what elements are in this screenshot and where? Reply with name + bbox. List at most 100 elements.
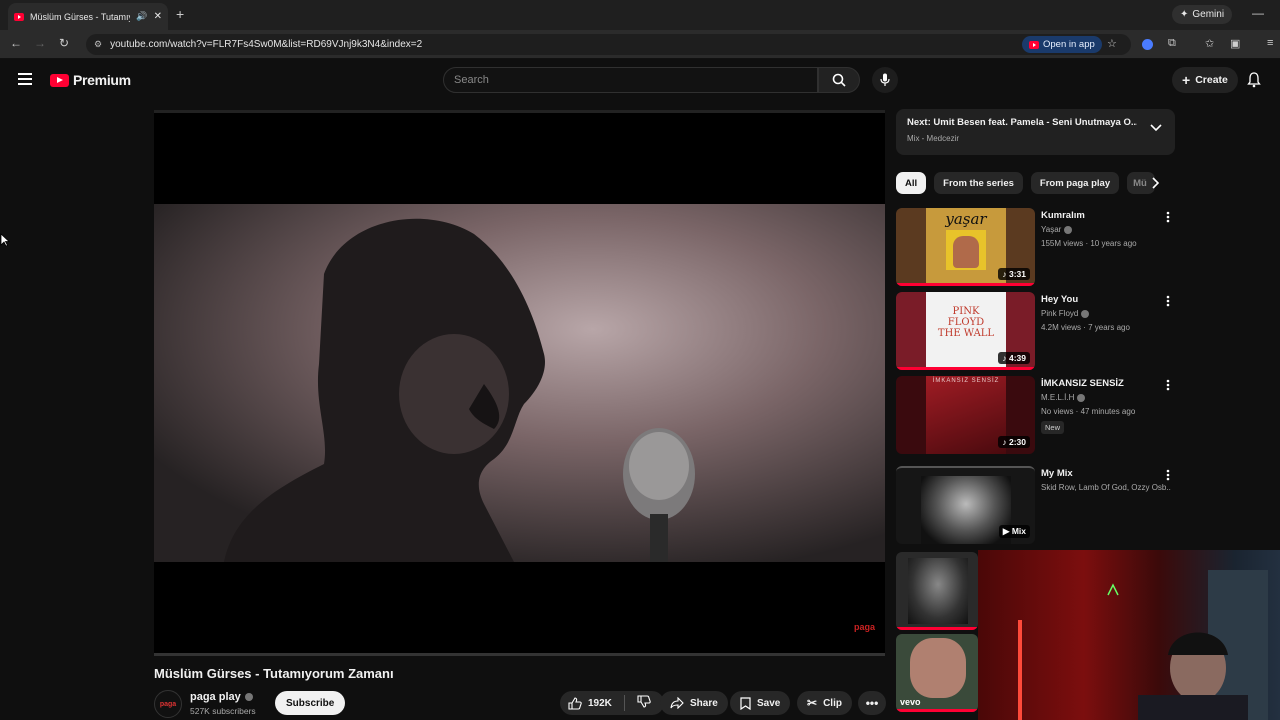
rec-meta: 155M views · 10 years ago [1041,239,1137,248]
rec-title: My Mix [1041,468,1073,479]
back-arrow-icon[interactable]: ← [10,36,22,50]
clip-button[interactable]: ✂ Clip [797,691,852,715]
rec-channel[interactable]: M.E.L.İ.H [1041,393,1086,402]
minimize-button[interactable]: — [1252,6,1264,20]
bell-icon [1247,72,1261,88]
recommendation-item[interactable]: İMKANSIZ SENSİZ ♪ 2:30 İMKANSIZ SENSİZ M… [896,376,1176,456]
verified-icon [1081,309,1090,318]
url-text: youtube.com/watch?v=FLR7Fs4Sw0M&list=RD6… [110,39,423,50]
menu-icon[interactable]: ≡ [1267,37,1273,49]
subscribe-button[interactable]: Subscribe [275,691,346,715]
rec-meta: 4.2M views · 7 years ago [1041,323,1130,332]
save-button[interactable]: Save [730,691,791,715]
share-button[interactable]: Share [660,691,728,715]
hamburger-menu-icon[interactable] [18,73,32,85]
vevo-label: vevo [900,697,921,707]
browser-tab[interactable]: Müslüm Gürses - Tutamıyor 🔊 ✕ [8,3,168,30]
extensions-puzzle-icon[interactable]: ⧉ [1168,37,1176,50]
rec-channels: Skid Row, Lamb Of God, Ozzy Osb... [1041,483,1171,492]
channel-avatar[interactable]: paga [154,690,182,718]
create-button[interactable]: + Create [1172,67,1238,93]
cover-portrait [953,236,979,268]
more-actions-button[interactable]: ••• [858,691,886,715]
forward-arrow-icon[interactable]: → [34,36,46,50]
video-thumbnail[interactable] [896,552,978,630]
verified-icon [244,693,253,701]
reload-icon[interactable]: ↻ [59,36,69,50]
recommendation-item[interactable] [896,552,978,632]
chip-from-series[interactable]: From the series [934,172,1023,194]
thumb-image [908,558,968,624]
rec-meta: No views · 47 minutes ago [1041,407,1136,416]
share-arrow-icon [670,697,684,709]
video-player[interactable]: paga [154,110,885,656]
channel-watermark: paga [853,622,875,632]
rec-title: Kumralım [1041,210,1085,221]
chip-all[interactable]: All [896,172,927,194]
video-thumbnail[interactable]: vevo [896,634,978,712]
more-horizontal-icon: ••• [865,696,879,710]
mix-thumbnail[interactable]: ▶ Mix [896,466,1035,544]
more-vertical-icon[interactable] [1166,468,1170,486]
scissors-icon: ✂ [807,696,818,710]
more-vertical-icon[interactable] [1166,210,1170,228]
recommendation-item[interactable]: PINK FLOYD THE WALL ♪ 4:39 Hey You Pink … [896,292,1176,372]
audio-icon[interactable]: 🔊 [136,11,147,22]
album-cover: İMKANSIZ SENSİZ [926,376,1006,454]
duration-badge: ♪ 4:39 [998,352,1030,364]
video-thumbnail[interactable]: PINK FLOYD THE WALL ♪ 4:39 [896,292,1035,370]
notifications-button[interactable] [1247,72,1261,93]
bookmark-star-icon[interactable]: ☆ [1107,37,1117,50]
dislike-button[interactable] [637,695,651,711]
youtube-logo-icon [50,73,69,87]
rec-channel[interactable]: Yaşar [1041,225,1073,234]
youtube-premium-logo[interactable]: Premium [50,72,131,88]
collections-icon[interactable]: ▣ [1230,37,1240,50]
verified-icon [1077,393,1086,402]
up-next-panel[interactable]: Next: Umit Besen feat. Pamela - Seni Unu… [896,109,1175,155]
like-button[interactable]: 192K [568,696,612,710]
profile-extension-icon[interactable] [1142,39,1153,50]
thumb-image [910,638,966,698]
video-thumbnail[interactable]: İMKANSIZ SENSİZ ♪ 2:30 [896,376,1035,454]
channel-name[interactable]: paga play [190,691,253,703]
search-button[interactable] [818,67,860,93]
search-input[interactable]: Search [443,67,818,93]
new-tab-button[interactable]: + [176,6,184,22]
recommendation-item[interactable]: vevo [896,634,978,714]
chevron-down-icon[interactable] [1150,124,1162,132]
tab-close-icon[interactable]: ✕ [154,11,162,22]
open-in-app-button[interactable]: Open in app [1022,36,1102,53]
mix-item[interactable]: ▶ Mix My Mix Skid Row, Lamb Of God, Ozzy… [896,466,1176,546]
up-next-title: Next: Umit Besen feat. Pamela - Seni Unu… [907,117,1137,128]
recommendation-item[interactable]: yaşar ♪ 3:31 Kumralım Yaşar 155M views ·… [896,208,1176,288]
filter-chips: All From the series From paga play Mü [896,172,1156,194]
album-cover: PINK FLOYD THE WALL [926,292,1006,370]
duration-badge: ♪ 3:31 [998,268,1030,280]
chip-truncated[interactable]: Mü [1127,172,1156,194]
mouse-cursor-icon [0,233,10,247]
new-badge: New [1041,421,1065,434]
subscriber-count: 527K subscribers [190,706,256,716]
video-frame[interactable] [154,204,885,562]
video-progress-bar[interactable] [154,653,885,656]
duration-badge: ♪ 2:30 [998,436,1030,448]
more-vertical-icon[interactable] [1166,378,1170,396]
webcam-overlay [978,550,1280,720]
site-info-icon[interactable]: ⚙ [94,39,102,50]
gemini-button[interactable]: ✦ Gemini [1172,5,1233,24]
youtube-header: Premium Search + Create [0,60,1280,102]
chip-from-paga-play[interactable]: From paga play [1030,172,1120,194]
sparkle-icon: ✦ [1180,9,1189,20]
search-icon [832,73,846,87]
voice-search-button[interactable] [872,67,898,93]
rec-channel[interactable]: Pink Floyd [1041,309,1090,318]
verified-icon [1064,225,1073,234]
favorites-icon[interactable]: ✩ [1205,37,1214,50]
like-divider [623,695,625,711]
video-thumbnail[interactable]: yaşar ♪ 3:31 [896,208,1035,286]
chevron-right-icon[interactable] [1152,177,1160,189]
more-vertical-icon[interactable] [1166,294,1170,312]
address-bar[interactable]: ⚙ youtube.com/watch?v=FLR7Fs4Sw0M&list=R… [86,34,1131,55]
plus-icon: + [1182,72,1191,88]
